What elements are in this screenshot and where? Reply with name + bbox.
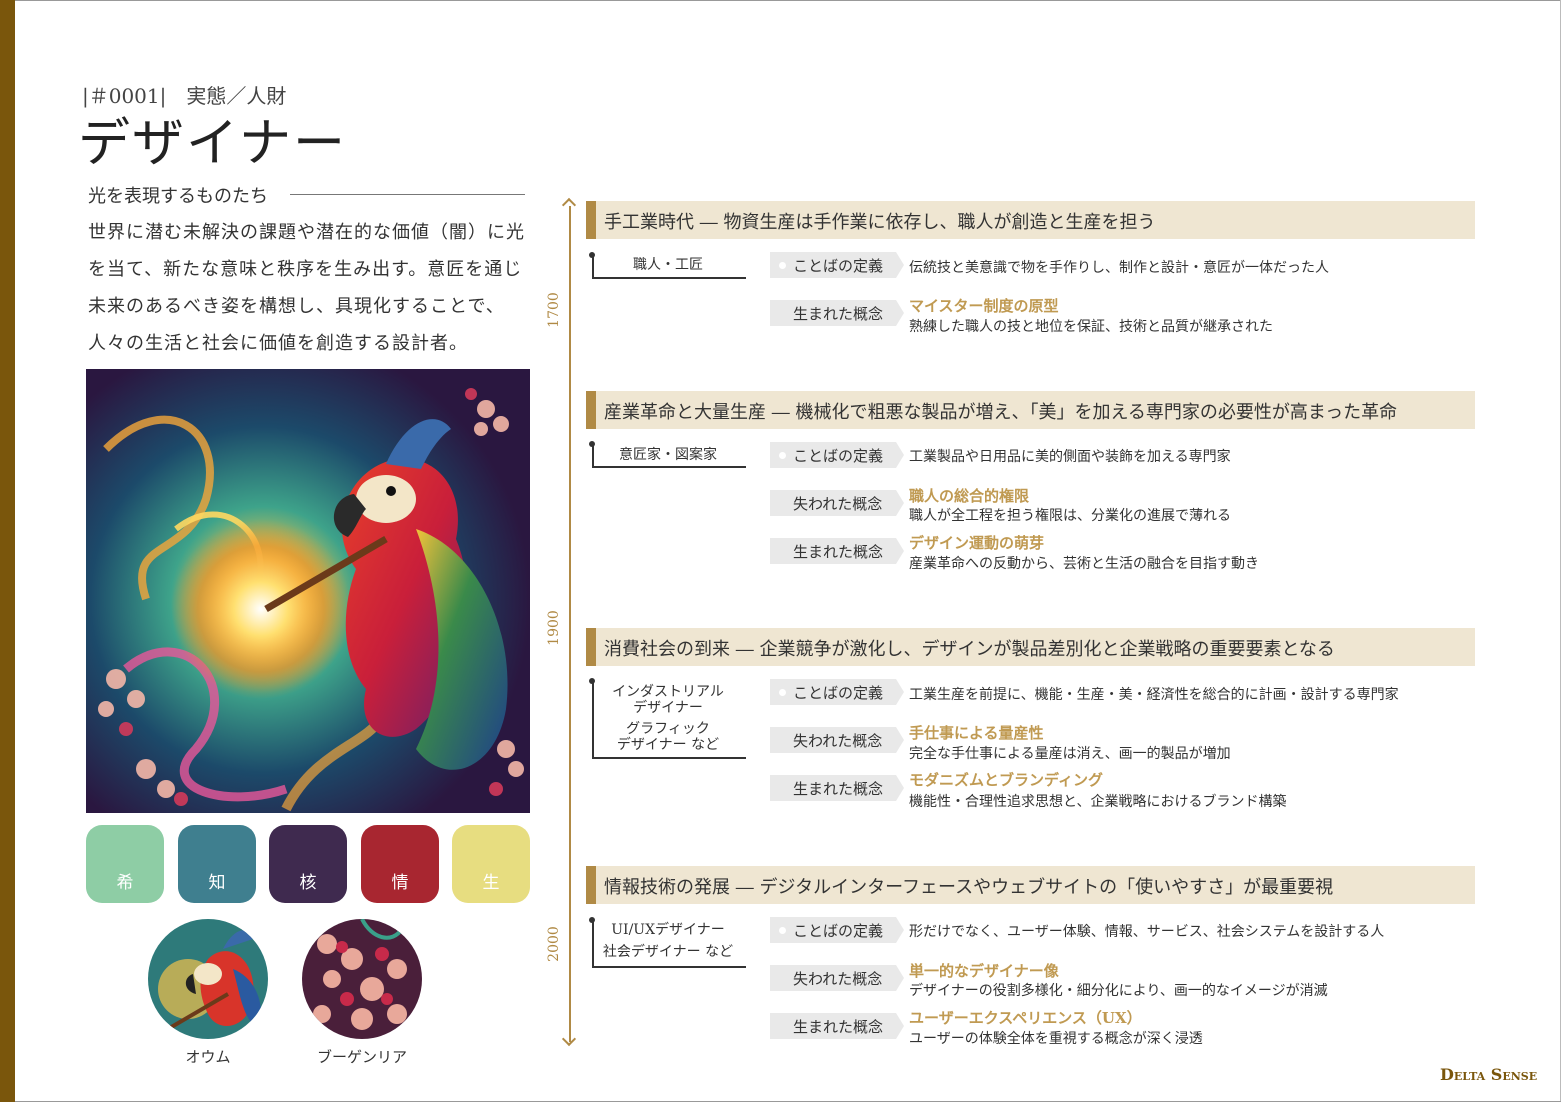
timeline-axis	[569, 206, 571, 1042]
definition-text: 工業製品や日用品に美的側面や装飾を加える専門家	[909, 449, 1231, 465]
born-concept-title: デザイン運動の萌芽	[909, 534, 1045, 552]
era-industrial-revolution: 産業革命と大量生産 ― 機械化で粗悪な製品が増え、「美」を加える専門家の必要性が…	[586, 391, 1475, 429]
timeline-arrow-top	[561, 197, 577, 213]
swatch-label: 生	[482, 873, 500, 893]
role-name: 意匠家・図案家	[619, 447, 717, 463]
era-title: 消費社会の到来 ― 企業競争が激化し、デザインが製品差別化と企業戦略の重要要素と…	[604, 639, 1335, 660]
era-information-technology: 情報技術の発展 ― デジタルインターフェースやウェブサイトの「使いやすさ」が最重…	[586, 866, 1475, 904]
role-name-line: デザイナー	[633, 700, 703, 716]
tag-definition: ことばの定義	[770, 679, 904, 705]
tag-born: 生まれた概念	[770, 300, 904, 326]
role-name-line: 社会デザイナー など	[602, 944, 734, 960]
timeline-arrow-bottom	[561, 1031, 577, 1047]
born-concept-desc: 産業革命への反動から、芸術と生活の融合を目指す動き	[909, 556, 1259, 572]
tag-definition: ことばの定義	[770, 917, 904, 943]
definition-text: 工業生産を前提に、機能・生産・美・経済性を総合的に計画・設計する専門家	[909, 687, 1399, 703]
parrot-thumbnail	[148, 919, 268, 1039]
era-title: 手工業時代 ― 物資生産は手作業に依存し、職人が創造と生産を担う	[604, 212, 1156, 233]
tag-born: 生まれた概念	[770, 538, 904, 564]
tagline-rule	[290, 194, 525, 195]
era-title: 情報技術の発展 ― デジタルインターフェースやウェブサイトの「使いやすさ」が最重…	[604, 877, 1334, 898]
year-1700: 1700	[546, 292, 562, 328]
parrot-label: オウム	[185, 1048, 231, 1066]
bougainvillea-motif	[302, 919, 422, 1039]
lost-concept-desc: デザイナーの役割多様化・細分化により、画一的なイメージが消滅	[909, 983, 1328, 999]
role-name-line: デザイナー など	[616, 737, 720, 753]
born-concept-title: モダニズムとブランディング	[909, 771, 1103, 789]
role-name-line: UI/UXデザイナー	[611, 922, 725, 938]
tag-lost: 失われた概念	[770, 965, 904, 991]
swatch-hope: 希	[86, 825, 164, 903]
role-name-line: インダストリアル	[612, 684, 724, 700]
tag-lost: 失われた概念	[770, 727, 904, 753]
tagline: 光を表現するものたち	[88, 186, 268, 207]
tag-lost: 失われた概念	[770, 490, 904, 516]
left-accent-bar	[0, 0, 15, 1102]
tag-definition: ことばの定義	[770, 442, 904, 468]
year-2000: 2000	[546, 926, 562, 962]
parrot-illustration	[86, 369, 530, 813]
definition-text: 伝統技と美意識で物を手作りし、制作と設計・意匠が一体だった人	[909, 260, 1329, 276]
description: 世界に潜む未解決の課題や潜在的な価値（闇）に光を当て、新たな意味と秩序を生み出す…	[88, 222, 525, 354]
born-concept-title: マイスター制度の原型	[909, 297, 1059, 315]
parrot-artwork	[86, 369, 530, 813]
lost-concept-title: 手仕事による量産性	[909, 724, 1044, 742]
swatch-core: 核	[269, 825, 347, 903]
role-name: 職人・工匠	[633, 257, 703, 273]
tag-born: 生まれた概念	[770, 775, 904, 801]
lost-concept-title: 単一的なデザイナー像	[909, 962, 1059, 980]
tag-born: 生まれた概念	[770, 1013, 904, 1039]
page-title: デザイナー	[78, 114, 347, 174]
bougainvillea-thumbnail	[302, 919, 422, 1039]
lost-concept-desc: 職人が全工程を担う権限は、分業化の進展で薄れる	[909, 508, 1231, 524]
swatch-knowledge: 知	[178, 825, 256, 903]
bougainvillea-label: ブーゲンリア	[316, 1048, 407, 1066]
definition-text: 形だけでなく、ユーザー体験、情報、サービス、社会システムを設計する人	[909, 924, 1385, 940]
role-name-line: グラフィック	[626, 721, 710, 737]
born-concept-desc: 機能性・合理性追求思想と、企業戦略におけるブランド構築	[909, 794, 1287, 810]
era-handicraft: 手工業時代 ― 物資生産は手作業に依存し、職人が創造と生産を担う	[586, 201, 1475, 239]
swatch-emotion: 情	[361, 825, 439, 903]
parrot-motif	[148, 919, 268, 1039]
top-border	[15, 0, 1561, 1]
era-consumer-society: 消費社会の到来 ― 企業競争が激化し、デザインが製品差別化と企業戦略の重要要素と…	[586, 628, 1475, 666]
era-title: 産業革命と大量生産 ― 機械化で粗悪な製品が増え、「美」を加える専門家の必要性が…	[604, 402, 1398, 423]
swatch-label: 知	[208, 873, 226, 893]
swatch-label: 核	[299, 873, 317, 893]
born-concept-desc: ユーザーの体験全体を重視する概念が深く浸透	[909, 1031, 1203, 1047]
born-concept-title: ユーザーエクスペリエンス（UX）	[909, 1009, 1142, 1027]
year-1900: 1900	[546, 610, 562, 646]
swatch-label: 情	[391, 873, 409, 893]
lost-concept-desc: 完全な手仕事による量産は消え、画一的製品が増加	[909, 746, 1231, 762]
born-concept-desc: 熟練した職人の技と地位を保証、技術と品質が継承された	[909, 319, 1273, 335]
swatch-life: 生	[452, 825, 530, 903]
swatch-label: 希	[116, 873, 134, 893]
tag-definition: ことばの定義	[770, 252, 904, 278]
brand-logo: Delta Sense	[1440, 1065, 1538, 1084]
lost-concept-title: 職人の総合的権限	[909, 487, 1030, 505]
entry-id: |＃0001| 実態／人財	[82, 84, 287, 108]
